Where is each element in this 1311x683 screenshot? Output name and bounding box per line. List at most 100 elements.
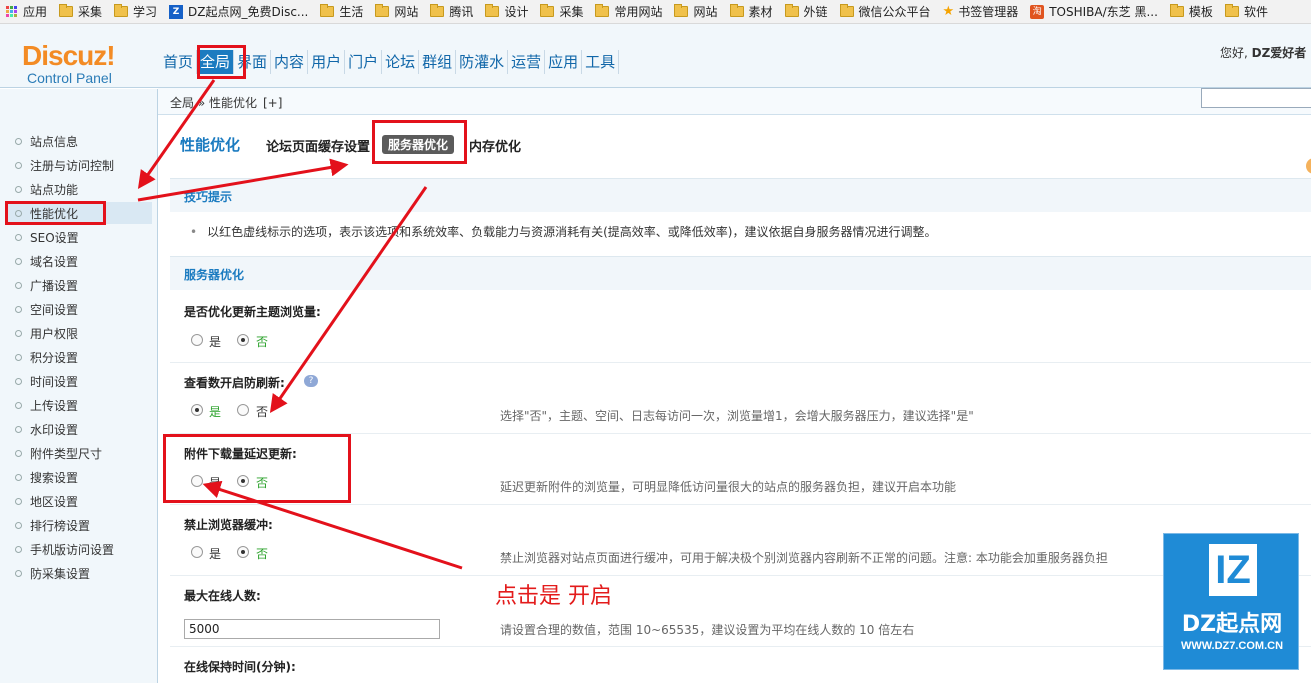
nav-global[interactable]: 全局	[197, 50, 235, 74]
nav-tools[interactable]: 工具	[582, 50, 620, 74]
nav-forum[interactable]: 论坛	[382, 50, 420, 74]
sidebar-item[interactable]: 广播设置	[6, 274, 152, 296]
bookmark-apps[interactable]: 应用	[6, 3, 47, 20]
main-content: 性能优化 论坛页面缓存设置 服务器优化 内存优化 技巧提示 以红色虚线标示的选项…	[170, 116, 1311, 683]
sidebar-item[interactable]: 空间设置	[6, 298, 152, 320]
sidebar-item[interactable]: SEO设置	[6, 226, 152, 248]
bookmark-folder[interactable]: 常用网站	[595, 3, 662, 20]
setting-label: 是否优化更新主题浏览量:	[184, 305, 321, 319]
bookmark-folder[interactable]: 采集	[540, 3, 583, 20]
radio-yes[interactable]	[191, 334, 203, 346]
option-no-label: 否	[256, 335, 269, 349]
radio-no[interactable]	[237, 546, 249, 558]
sidebar-item-performance[interactable]: 性能优化	[6, 202, 152, 224]
greeting-prefix: 您好,	[1220, 46, 1252, 60]
logo-subtitle: Control Panel	[27, 70, 112, 86]
radio-yes[interactable]	[191, 475, 203, 487]
sidebar-item[interactable]: 上传设置	[6, 394, 152, 416]
folder-icon	[114, 4, 129, 17]
setting-label: 在线保持时间(分钟):	[184, 660, 296, 674]
floating-tab[interactable]	[1306, 158, 1311, 174]
bookmark-folder[interactable]: 微信公众平台	[839, 3, 931, 20]
sidebar-item[interactable]: 水印设置	[6, 418, 152, 440]
folder-icon	[540, 4, 555, 17]
option-no-label: 否	[256, 405, 269, 419]
dz-site-icon: Z	[169, 4, 184, 19]
bookmark-folder[interactable]: 生活	[320, 3, 363, 20]
discuz-logo[interactable]: Discuz! Control Panel	[22, 42, 142, 87]
sidebar-item[interactable]: 手机版访问设置	[6, 538, 152, 560]
option-yes-label: 是	[209, 335, 222, 349]
option-no-label: 否	[256, 476, 269, 490]
help-icon[interactable]: ?	[304, 375, 318, 387]
bookmark-label: 软件	[1243, 5, 1268, 19]
bookmark-folder[interactable]: 学习	[114, 3, 157, 20]
sidebar-item[interactable]: 排行榜设置	[6, 514, 152, 536]
option-no-label: 否	[256, 547, 269, 561]
sidebar-item[interactable]: 防采集设置	[6, 562, 152, 584]
tab-forum-cache[interactable]: 论坛页面缓存设置	[266, 136, 370, 155]
sidebar-item[interactable]: 地区设置	[6, 490, 152, 512]
radio-yes[interactable]	[191, 404, 203, 416]
bookmark-label: 书签管理器	[958, 5, 1019, 19]
sidebar-item[interactable]: 积分设置	[6, 346, 152, 368]
max-online-input[interactable]	[184, 619, 440, 639]
bookmark-folder[interactable]: 外链	[784, 3, 828, 20]
bookmark-manager[interactable]: ★ 书签管理器	[943, 3, 1019, 20]
menu-search-input[interactable]	[1201, 88, 1311, 108]
setting-label: 最大在线人数:	[184, 589, 261, 603]
radio-no[interactable]	[237, 475, 249, 487]
server-section-header: 服务器优化	[170, 256, 1311, 290]
sidebar: 站点信息 注册与访问控制 站点功能 性能优化 SEO设置 域名设置 广播设置 空…	[0, 89, 158, 683]
nav-home[interactable]: 首页	[160, 50, 198, 74]
nav-antispam[interactable]: 防灌水	[456, 50, 509, 74]
sidebar-item[interactable]: 附件类型尺寸	[6, 442, 152, 464]
bookmark-folder[interactable]: 腾讯	[430, 3, 473, 20]
sidebar-item[interactable]: 时间设置	[6, 370, 152, 392]
breadcrumb-path: 全局 » 性能优化	[170, 96, 257, 110]
bookmark-folder[interactable]: 模板	[1169, 3, 1213, 20]
tab-server-optimize[interactable]: 服务器优化	[382, 135, 455, 154]
nav-content[interactable]: 内容	[271, 50, 309, 74]
bookmark-dz-site[interactable]: Z DZ起点网_免费Disc...	[169, 3, 308, 20]
sidebar-item[interactable]: 搜索设置	[6, 466, 152, 488]
bookmark-folder[interactable]: 网站	[674, 3, 718, 20]
sidebar-item[interactable]: 域名设置	[6, 250, 152, 272]
nav-apps[interactable]: 应用	[545, 50, 583, 74]
breadcrumb: 全局 » 性能优化 [+]	[170, 94, 282, 111]
bookmark-label: 学习	[133, 5, 158, 19]
nav-operations[interactable]: 运营	[508, 50, 546, 74]
radio-no[interactable]	[237, 334, 249, 346]
setting-label: 查看数开启防刷新:	[184, 376, 285, 390]
bookmark-folder[interactable]: 设计	[485, 3, 528, 20]
sidebar-item[interactable]: 注册与访问控制	[6, 154, 152, 176]
tips-header: 技巧提示	[170, 178, 1311, 212]
add-shortcut-link[interactable]: [+]	[263, 96, 282, 110]
bookmark-folder[interactable]: 软件	[1224, 3, 1268, 20]
nav-users[interactable]: 用户	[308, 50, 346, 74]
row-divider	[170, 575, 1311, 576]
sidebar-item[interactable]: 站点功能	[6, 178, 152, 200]
nav-portal[interactable]: 门户	[345, 50, 383, 74]
nav-groups[interactable]: 群组	[419, 50, 457, 74]
bookmark-folder[interactable]: 采集	[59, 3, 102, 20]
greeting-username[interactable]: DZ爱好者	[1252, 46, 1307, 60]
bookmark-folder[interactable]: 素材	[729, 3, 773, 20]
bookmark-folder[interactable]: 网站	[375, 3, 418, 20]
bookmark-label: 外链	[803, 5, 828, 19]
setting-label: 附件下载量延迟更新:	[184, 447, 297, 461]
bookmark-taobao[interactable]: 淘 TOSHIBA/东芝 黑...	[1030, 3, 1158, 20]
bookmark-label: DZ起点网_免费Disc...	[188, 5, 309, 19]
sidebar-item[interactable]: 站点信息	[6, 130, 152, 152]
sidebar-item[interactable]: 用户权限	[6, 322, 152, 344]
tab-memory-optimize[interactable]: 内存优化	[469, 136, 521, 155]
radio-yes[interactable]	[191, 546, 203, 558]
nav-interface[interactable]: 界面	[234, 50, 272, 74]
setting-hint: 延迟更新附件的浏览量，可明显降低访问量很大的站点的服务器负担，建议开启本功能	[500, 480, 957, 494]
folder-icon	[59, 4, 74, 17]
taobao-icon: 淘	[1030, 4, 1045, 19]
folder-icon	[375, 4, 390, 17]
folder-icon	[674, 4, 689, 17]
folder-icon	[839, 4, 854, 17]
radio-no[interactable]	[237, 404, 249, 416]
